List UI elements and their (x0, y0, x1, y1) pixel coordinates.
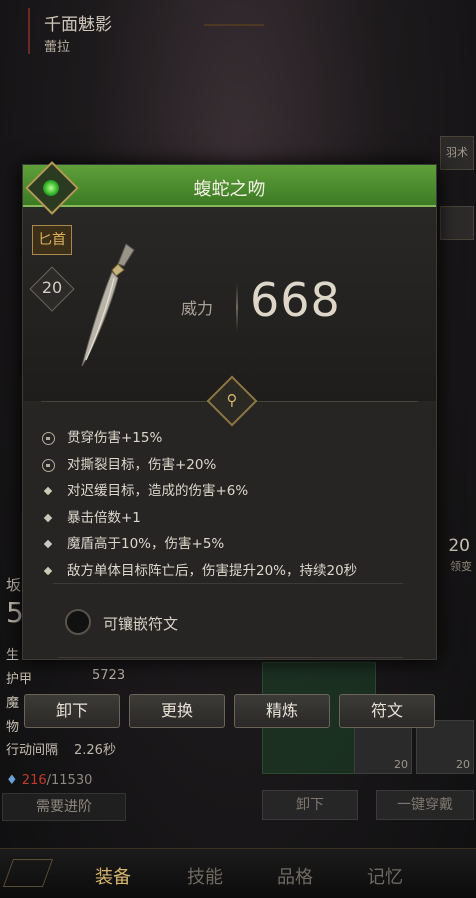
lock-icon (42, 432, 55, 445)
bullet-icon (43, 566, 53, 575)
hero-title: 千面魅影 (44, 15, 112, 35)
attribute-row: 对迟缓目标，造成的伤害+6% (39, 482, 429, 509)
bullet-icon (43, 539, 53, 549)
partial-label: 坂 (6, 576, 22, 594)
side-skill-icon[interactable]: 羽术 (440, 136, 474, 170)
home-icon[interactable] (2, 859, 54, 887)
item-detail-panel: 蝮蛇之吻 匕首 20 威力 668 ⚲ 贯穿伤害+15% 对撕裂目标，伤害+20… (22, 161, 437, 660)
mp-readout: ♦ 216/11530 (6, 773, 92, 788)
tab-memory[interactable]: 记忆 (367, 863, 403, 889)
attribute-row: 对撕裂目标，伤害+20% (39, 456, 429, 483)
item-level: 20 (41, 278, 63, 297)
rune-socket-label: 可镶嵌符文 (103, 615, 179, 633)
stat-label-partial-1: 生 (6, 648, 20, 663)
power-value: 668 (250, 273, 341, 327)
hero-name: 蕾拉 (44, 40, 71, 55)
gem-core (43, 180, 59, 196)
attribute-row: 暴击倍数+1 (39, 509, 429, 536)
stat-value-action-interval: 2.26秒 (74, 743, 116, 758)
stat-label-partial-2: 魔 (6, 696, 20, 711)
tab-equipment[interactable]: 装备 (95, 863, 131, 889)
need-advance-button[interactable]: 需要进阶 (2, 793, 126, 821)
tab-skills[interactable]: 技能 (187, 863, 223, 889)
mp-max: /11530 (46, 773, 93, 788)
stat-label-partial-3: 物 (6, 720, 20, 735)
lock-icon (42, 458, 55, 472)
attribute-row: 贯穿伤害+15% (39, 429, 429, 456)
rune-socket-icon[interactable] (65, 609, 91, 635)
magnifier-icon: ⚲ (226, 391, 238, 409)
attribute-row: 敌方单体目标阵亡后，伤害提升20%，持续20秒 (39, 562, 429, 589)
dagger-icon (81, 243, 135, 367)
section-divider (58, 657, 403, 658)
back-button[interactable] (0, 8, 30, 54)
item-title-bar: 蝮蛇之吻 (23, 165, 436, 207)
unequip-button[interactable]: 卸下 (24, 694, 120, 728)
power-label: 威力 (181, 299, 214, 318)
attribute-list: 贯穿伤害+15% 对撕裂目标，伤害+20% 对迟缓目标，造成的伤害+6% 暴击倍… (39, 429, 429, 588)
rune-button[interactable]: 符文 (339, 694, 435, 728)
section-divider (53, 583, 403, 584)
stat-label-armor: 护甲 (6, 672, 33, 687)
stat-label-action-interval: 行动间隔 (6, 743, 59, 758)
side-portrait-icon[interactable] (440, 206, 474, 240)
equipment-slot[interactable]: 20 (416, 720, 474, 774)
stat-value-armor: 5723 (92, 668, 126, 683)
unequip-all-button[interactable]: 卸下 (262, 790, 358, 820)
power-divider (236, 283, 238, 331)
bullet-icon (43, 486, 53, 496)
side-label: 领变 (450, 560, 472, 573)
equipment-slot[interactable]: 20 (354, 720, 412, 774)
mp-icon: ♦ (6, 773, 18, 788)
bullet-icon (43, 513, 53, 522)
bottom-tab-bar: 装备 技能 品格 记忆 (0, 848, 476, 898)
replace-button[interactable]: 更换 (129, 694, 225, 728)
side-level-number: 20 (448, 536, 470, 556)
one-click-wear-button[interactable]: 一键穿戴 (376, 790, 474, 820)
header-emblem-icon (204, 0, 264, 26)
attribute-row: 魔盾高于10%，伤害+5% (39, 535, 429, 562)
refine-button[interactable]: 精炼 (234, 694, 330, 728)
mp-current: 216 (21, 773, 47, 788)
item-name: 蝮蛇之吻 (193, 179, 266, 200)
tab-character[interactable]: 品格 (277, 863, 313, 889)
item-type-badge: 匕首 (32, 225, 72, 255)
